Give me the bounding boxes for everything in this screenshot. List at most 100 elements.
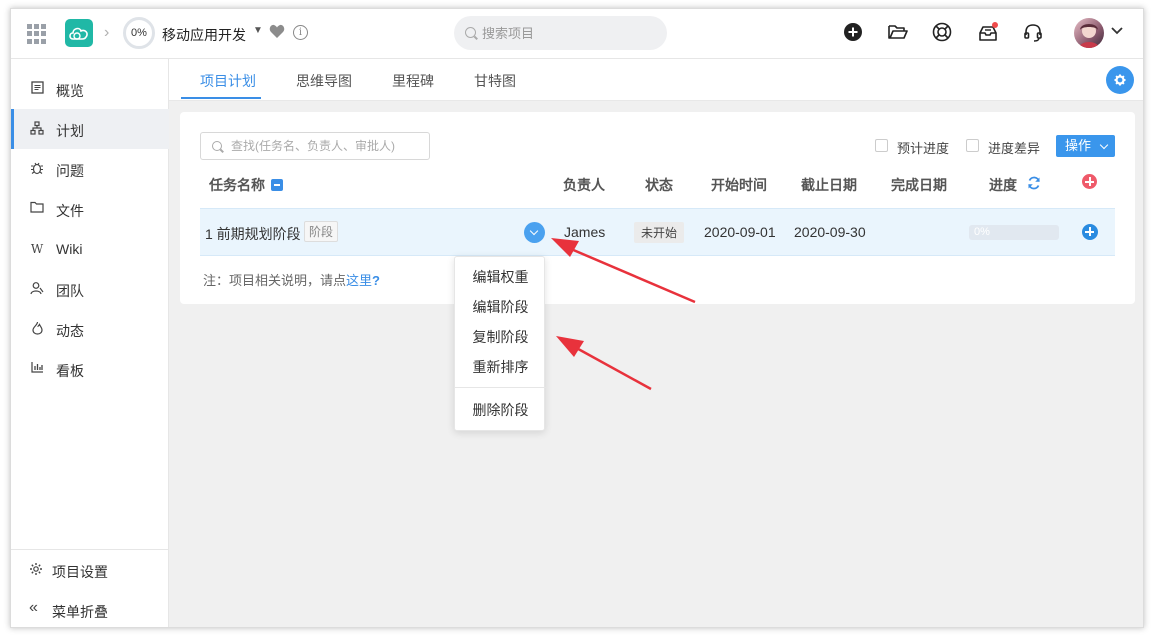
- sidebar-item-label: 计划: [56, 123, 84, 139]
- phase-tag: 阶段: [304, 221, 339, 242]
- column-header-owner: 负责人: [563, 177, 605, 193]
- sidebar-item-files[interactable]: 文件: [11, 189, 169, 229]
- overview-icon: [29, 81, 45, 97]
- progress-bar-label: 0%: [974, 226, 990, 238]
- row-actions-chevron-icon[interactable]: [524, 222, 545, 243]
- search-icon: [465, 27, 476, 38]
- progress-diff-checkbox[interactable]: [966, 139, 979, 152]
- menu-item-copy-phase[interactable]: 复制阶段: [455, 322, 546, 352]
- refresh-icon[interactable]: [1027, 176, 1041, 193]
- help-ring-icon[interactable]: [932, 22, 954, 44]
- task-filter[interactable]: [200, 132, 430, 160]
- tab-project-plan[interactable]: 项目计划: [200, 71, 256, 91]
- bug-icon: [29, 161, 45, 177]
- sidebar-item-wiki[interactable]: W Wiki: [11, 229, 169, 269]
- sidebar-item-label: 问题: [56, 163, 84, 179]
- collapse-all-icon[interactable]: [271, 179, 283, 191]
- column-header-name: 任务名称: [209, 177, 265, 193]
- user-avatar[interactable]: [1074, 18, 1104, 48]
- phase-actions-menu: 编辑权重 编辑阶段 复制阶段 重新排序 删除阶段: [454, 256, 546, 431]
- note-question-mark: ?: [372, 273, 380, 288]
- status-badge: 未开始: [634, 222, 685, 243]
- project-name[interactable]: 移动应用开发: [162, 25, 246, 45]
- info-icon[interactable]: i: [293, 25, 308, 40]
- sidebar-item-board[interactable]: 看板: [11, 349, 169, 389]
- headset-support-icon[interactable]: [1022, 22, 1044, 44]
- project-progress-ring: 0%: [123, 17, 155, 49]
- annotation-arrows: [551, 238, 696, 391]
- add-task-icon[interactable]: [1082, 174, 1097, 189]
- tab-gantt[interactable]: 甘特图: [474, 71, 516, 91]
- note-text: 注：项目相关说明，请点: [203, 273, 347, 288]
- active-tab-indicator: [181, 97, 261, 99]
- folder-icon: [29, 201, 45, 217]
- operate-label: 操作: [1065, 138, 1092, 153]
- gear-icon: [1114, 74, 1126, 86]
- project-dropdown-icon[interactable]: ▼: [253, 25, 263, 36]
- annotation-arrow-copy: [556, 336, 652, 391]
- menu-item-reorder[interactable]: 重新排序: [455, 352, 546, 382]
- menu-divider: [455, 387, 546, 388]
- menu-item-delete-phase[interactable]: 删除阶段: [455, 395, 546, 425]
- add-circle-icon[interactable]: [843, 22, 865, 44]
- menu-item-edit-weight[interactable]: 编辑权重: [455, 262, 546, 292]
- sidebar-item-label: 团队: [56, 283, 84, 299]
- wiki-icon: W: [30, 242, 44, 256]
- sidebar-item-activity[interactable]: 动态: [11, 309, 169, 349]
- menu-item-edit-phase[interactable]: 编辑阶段: [455, 292, 546, 322]
- plan-card: 预计进度 进度差异 操作 任务名称 负责人 状态 开始时间 截止日期 完成日期 …: [180, 112, 1135, 304]
- sidebar-item-team[interactable]: 团队: [11, 269, 169, 309]
- task-deadline: 2020-09-30: [794, 224, 866, 240]
- activity-icon: [29, 321, 45, 337]
- sidebar-item-issues[interactable]: 问题: [11, 149, 169, 189]
- chevron-down-icon: [1099, 140, 1109, 150]
- operate-dropdown-button[interactable]: 操作: [1056, 135, 1115, 157]
- inbox-notification-icon[interactable]: [977, 22, 999, 44]
- team-icon: [29, 281, 45, 297]
- project-settings-label: 项目设置: [52, 564, 108, 580]
- sidebar-item-label: 看板: [56, 363, 84, 379]
- task-filter-input[interactable]: [231, 133, 426, 159]
- planned-progress-checkbox[interactable]: [875, 139, 888, 152]
- column-header-deadline: 截止日期: [801, 177, 857, 193]
- top-header: › 0% 移动应用开发 ▼ i: [11, 9, 1143, 59]
- planned-progress-label: 预计进度: [897, 141, 950, 156]
- gear-icon: [29, 562, 43, 579]
- column-header-complete: 完成日期: [891, 177, 947, 193]
- sidebar-footer: 项目设置 « 菜单折叠: [11, 549, 169, 627]
- folder-open-icon[interactable]: [887, 22, 909, 44]
- sidebar-item-label: 动态: [56, 323, 84, 339]
- project-settings-link[interactable]: 项目设置: [11, 550, 169, 590]
- task-owner: James: [564, 224, 606, 240]
- collapse-menu-label: 菜单折叠: [52, 604, 108, 620]
- task-start-date: 2020-09-01: [704, 224, 776, 240]
- settings-gear-button[interactable]: [1106, 66, 1134, 94]
- column-header-status: 状态: [645, 177, 673, 193]
- column-header-progress: 进度: [989, 177, 1017, 193]
- tab-milestones[interactable]: 里程碑: [392, 71, 434, 91]
- note-link[interactable]: 这里: [346, 273, 372, 288]
- plan-icon: [29, 121, 45, 137]
- add-subtask-icon[interactable]: [1082, 224, 1098, 240]
- chart-icon: [29, 361, 45, 377]
- project-search[interactable]: [454, 16, 667, 50]
- chevron-down-icon[interactable]: [1110, 24, 1124, 39]
- search-input[interactable]: [482, 16, 657, 50]
- project-note: 注：项目相关说明，请点这里?: [203, 270, 380, 289]
- tab-mind-map[interactable]: 思维导图: [296, 71, 352, 91]
- sidebar: 概览 计划 问题 文件 W Wiki 团队 动态 看板 项目设置 « 菜单折叠: [11, 59, 169, 627]
- collapse-menu-button[interactable]: « 菜单折叠: [11, 590, 169, 627]
- heart-icon[interactable]: [269, 24, 285, 42]
- double-chevron-left-icon: «: [29, 599, 38, 616]
- apps-grid-icon[interactable]: [27, 24, 47, 44]
- cloud-logo-icon[interactable]: [65, 19, 93, 47]
- sidebar-item-plan[interactable]: 计划: [11, 109, 169, 149]
- app-window: › 0% 移动应用开发 ▼ i 搜索项目 概览 计划 问题 文件 W Wiki …: [10, 8, 1144, 628]
- sidebar-item-label: 文件: [56, 203, 84, 219]
- view-tabs: 项目计划 思维导图 里程碑 甘特图: [169, 59, 1143, 101]
- progress-bar: 0%: [969, 225, 1059, 240]
- search-icon: [212, 141, 222, 151]
- sidebar-item-overview[interactable]: 概览: [11, 69, 169, 109]
- task-name: 1 前期规划阶段: [205, 226, 301, 242]
- table-row[interactable]: 1 前期规划阶段 阶段 James 未开始 2020-09-01 2020-09…: [200, 208, 1115, 256]
